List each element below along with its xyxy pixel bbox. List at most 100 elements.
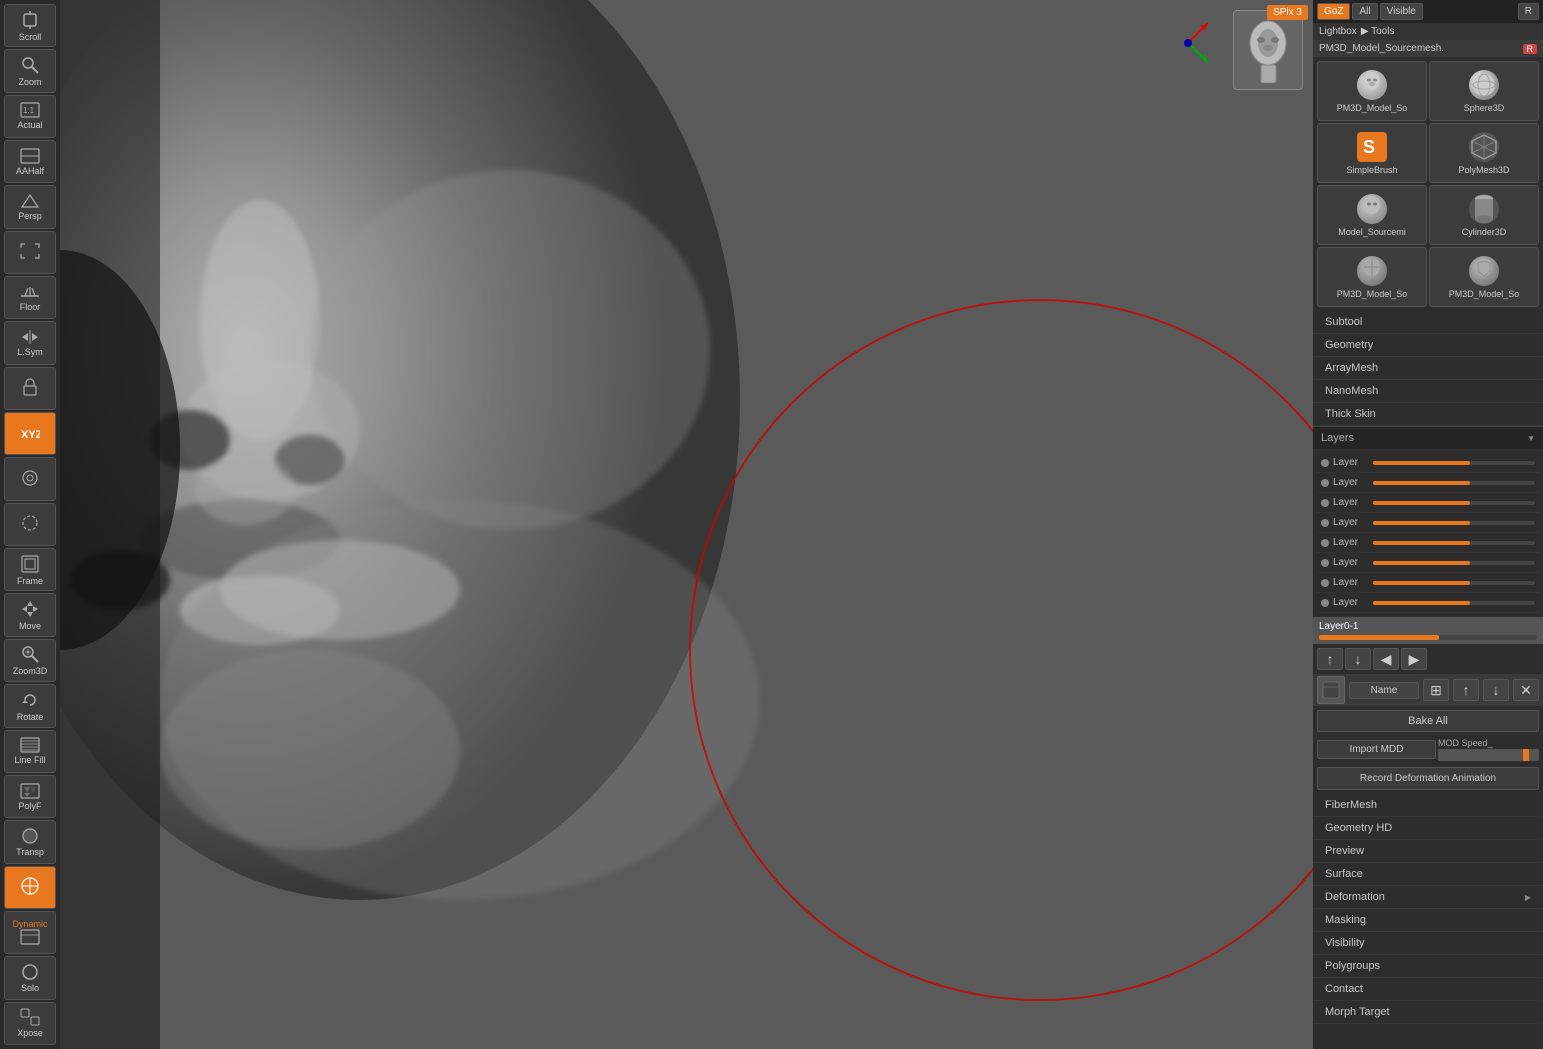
menu-preview[interactable]: Preview	[1313, 840, 1543, 863]
tool-pm3d-model[interactable]: PM3D_Model_So	[1317, 61, 1427, 121]
menu-thick-skin[interactable]: Thick Skin	[1313, 403, 1543, 426]
aahalf-tool[interactable]: AAHalf	[4, 140, 56, 183]
frame-tool[interactable]: Frame	[4, 548, 56, 591]
menu-arraymesh[interactable]: ArrayMesh	[1313, 357, 1543, 380]
menu-masking[interactable]: Masking	[1313, 909, 1543, 932]
goz-button[interactable]: GoZ	[1317, 3, 1350, 20]
svg-text:XYZ: XYZ	[21, 429, 40, 441]
bake-all-button[interactable]: Bake All	[1317, 710, 1539, 732]
deformation-chevron: ▶	[1525, 893, 1531, 902]
import-mdd-button[interactable]: Import MDD	[1317, 740, 1436, 759]
tool-polymesh3d[interactable]: PolyMesh3D	[1429, 123, 1539, 183]
layer-name-button[interactable]: Name	[1349, 682, 1419, 699]
floor-tool[interactable]: Floor	[4, 276, 56, 319]
menu-nanomesh[interactable]: NanoMesh	[1313, 380, 1543, 403]
persp-tool[interactable]: Persp	[4, 185, 56, 228]
layer-row-5[interactable]: Layer	[1317, 533, 1539, 553]
layer-down2-btn[interactable]: ↓	[1483, 679, 1509, 701]
tool-label-2: Sphere3D	[1464, 103, 1505, 113]
layer-slider-1[interactable]	[1373, 461, 1535, 465]
solo-tool[interactable]: Solo	[4, 956, 56, 999]
mod-speed-slider[interactable]	[1438, 749, 1539, 761]
expand-tool[interactable]	[4, 231, 56, 274]
lsym-tool[interactable]: L.Sym	[4, 321, 56, 364]
layer-slider-4[interactable]	[1373, 521, 1535, 525]
linefill-tool[interactable]: Line Fill	[4, 730, 56, 773]
tool-pm3d-model-v3[interactable]: PM3D_Model_So	[1429, 247, 1539, 307]
polyf-tool[interactable]: PolyF	[4, 775, 56, 818]
layer-grid-btn[interactable]: ⊞	[1423, 679, 1449, 701]
move-tool[interactable]: Move	[4, 593, 56, 636]
layer-row-1[interactable]: Layer	[1317, 453, 1539, 473]
panel-top-buttons: GoZ All Visible R	[1313, 0, 1543, 23]
gizmo-tool[interactable]	[4, 866, 56, 909]
tool-cylinder3d[interactable]: Cylinder3D	[1429, 185, 1539, 245]
layer-row-3[interactable]: Layer	[1317, 493, 1539, 513]
layer-row-8[interactable]: Layer	[1317, 593, 1539, 613]
tools-link[interactable]: ▶ Tools	[1361, 26, 1395, 37]
layer-row-7[interactable]: Layer	[1317, 573, 1539, 593]
tool-pm3d-model-v2[interactable]: PM3D_Model_So	[1317, 247, 1427, 307]
model-r-badge: R	[1523, 44, 1538, 54]
spix-badge: SPix 3	[1267, 5, 1308, 20]
menu-visibility[interactable]: Visibility	[1313, 932, 1543, 955]
layer-slider-2[interactable]	[1373, 481, 1535, 485]
layer-name-8: Layer	[1333, 597, 1369, 608]
lightbox-link[interactable]: Lightbox	[1319, 26, 1357, 37]
lock-tool[interactable]	[4, 367, 56, 410]
layers-section-header[interactable]: Layers ▼	[1313, 426, 1543, 449]
layer-up2-btn[interactable]: ↑	[1453, 679, 1479, 701]
tool-model-sourcemi[interactable]: Model_Sourcemi	[1317, 185, 1427, 245]
layer-delete-btn[interactable]: ✕	[1513, 679, 1539, 701]
scroll-tool[interactable]: Scroll	[4, 4, 56, 47]
layer-slider-3[interactable]	[1373, 501, 1535, 505]
record-deformation-button[interactable]: Record Deformation Animation	[1317, 767, 1539, 790]
layer-slider-7[interactable]	[1373, 581, 1535, 585]
layer-slider-5[interactable]	[1373, 541, 1535, 545]
menu-polygroups[interactable]: Polygroups	[1313, 955, 1543, 978]
tool-label-7: PM3D_Model_So	[1337, 289, 1408, 299]
layer-row-2[interactable]: Layer	[1317, 473, 1539, 493]
layer-dot-8	[1321, 599, 1329, 607]
layers-chevron: ▼	[1527, 434, 1535, 443]
menu-deformation[interactable]: Deformation ▶	[1313, 886, 1543, 909]
layer-controls: ↑ ↓ ◀ ▶	[1313, 644, 1543, 674]
layer-up-btn[interactable]: ↑	[1317, 648, 1343, 670]
menu-subtool[interactable]: Subtool	[1313, 311, 1543, 334]
dynamic-tool[interactable]: Dynamic	[4, 911, 56, 954]
layer-left-btn[interactable]: ◀	[1373, 648, 1399, 670]
layer-slider-6[interactable]	[1373, 561, 1535, 565]
rotate2-tool[interactable]	[4, 503, 56, 546]
xpose-tool[interactable]: Xpose	[4, 1002, 56, 1045]
layer-name-4: Layer	[1333, 517, 1369, 528]
tool-simplebrush[interactable]: S SimpleBrush	[1317, 123, 1427, 183]
tool-label-8: PM3D_Model_So	[1449, 289, 1520, 299]
layer-row-4[interactable]: Layer	[1317, 513, 1539, 533]
canvas-area[interactable]: SPix 3	[60, 0, 1313, 1049]
layer-slider-8[interactable]	[1373, 601, 1535, 605]
menu-geometry-hd[interactable]: Geometry HD	[1313, 817, 1543, 840]
canvas-svg	[60, 0, 1313, 1049]
xyz-tool[interactable]: XYZ	[4, 412, 56, 455]
head-thumbnail[interactable]	[1233, 10, 1303, 90]
layer-row-6[interactable]: Layer	[1317, 553, 1539, 573]
menu-surface[interactable]: Surface	[1313, 863, 1543, 886]
model-name[interactable]: PM3D_Model_Sourcemesh.	[1319, 43, 1523, 54]
zoom3d-tool[interactable]: Zoom3D	[4, 639, 56, 682]
layer-name-6: Layer	[1333, 557, 1369, 568]
rotate1-tool[interactable]	[4, 457, 56, 500]
all-button[interactable]: All	[1352, 3, 1377, 20]
actual-tool[interactable]: 1:1 Actual	[4, 95, 56, 138]
layer-right-btn[interactable]: ▶	[1401, 648, 1427, 670]
menu-morph-target[interactable]: Morph Target	[1313, 1001, 1543, 1024]
menu-fibermesh[interactable]: FiberMesh	[1313, 794, 1543, 817]
tool-sphere3d[interactable]: Sphere3D	[1429, 61, 1539, 121]
zoom-tool[interactable]: Zoom	[4, 49, 56, 92]
layer-down-btn[interactable]: ↓	[1345, 648, 1371, 670]
visible-button[interactable]: Visible	[1380, 3, 1423, 20]
rotate-tool[interactable]: Rotate	[4, 684, 56, 727]
menu-geometry[interactable]: Geometry	[1313, 334, 1543, 357]
menu-contact[interactable]: Contact	[1313, 978, 1543, 1001]
r-button[interactable]: R	[1518, 3, 1539, 20]
transp-tool[interactable]: Transp	[4, 820, 56, 863]
